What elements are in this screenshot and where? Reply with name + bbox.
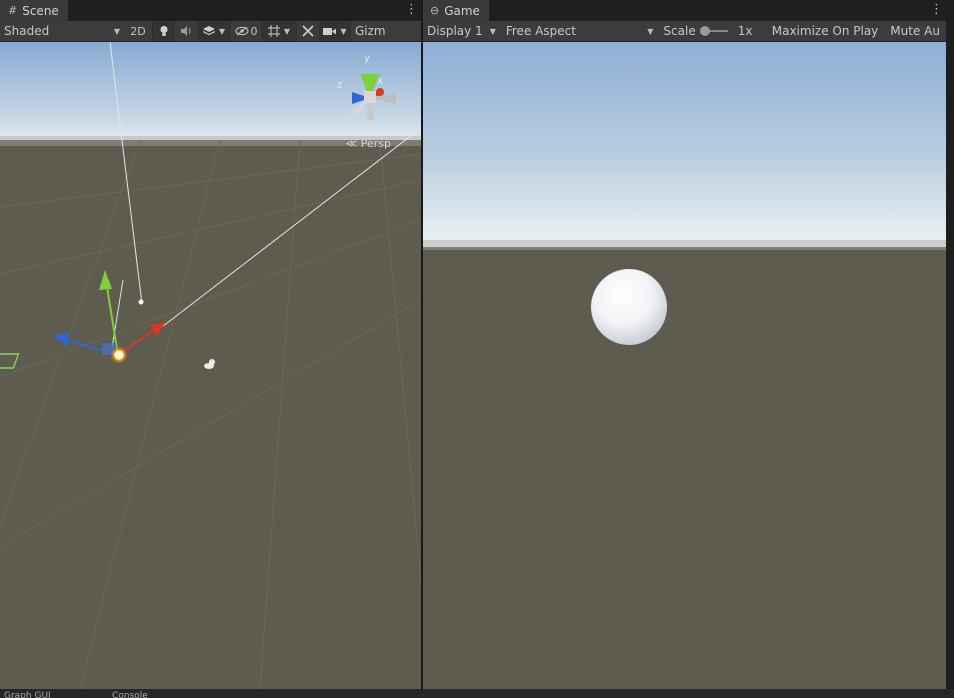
game-viewport[interactable] (423, 42, 946, 689)
scene-view-panel: # Scene ⋮ Shaded ▼ 2D ▼ 0 ▼ ▼ Gizm y x z… (0, 0, 421, 689)
ground-plane (0, 140, 421, 689)
gizmo-y-label: y (364, 53, 370, 64)
projection-toggle[interactable]: ≪ Persp (346, 137, 391, 150)
aspect-label: Free Aspect (505, 24, 576, 38)
chevron-down-icon: ▼ (647, 26, 654, 36)
shading-mode-label: Shaded (4, 24, 50, 38)
speaker-icon (181, 26, 191, 36)
chevron-down-icon: ▼ (489, 26, 496, 36)
tools-button[interactable] (297, 21, 319, 41)
scene-viewport[interactable]: y x z ≪ Persp (0, 42, 421, 689)
tools-icon (302, 25, 314, 37)
scene-visibility-button[interactable]: 0 (231, 21, 261, 41)
aspect-dropdown[interactable]: Free Aspect ▼ (500, 21, 658, 41)
tab-scene[interactable]: # Scene (0, 0, 68, 21)
grid-dropdown[interactable]: ▼ (261, 21, 297, 41)
scene-menu-icon[interactable]: ⋮ (405, 2, 418, 17)
maximize-label: Maximize On Play (771, 24, 879, 38)
scene-toolbar: Shaded ▼ 2D ▼ 0 ▼ ▼ Gizm (0, 21, 421, 42)
sphere (591, 269, 667, 345)
sky (0, 42, 421, 140)
chevron-down-icon: ▼ (283, 26, 291, 36)
tab-game[interactable]: ⊖ Game (423, 0, 489, 21)
lighting-toggle-button[interactable] (153, 21, 175, 41)
tab-console[interactable]: Console (112, 689, 148, 698)
layers-icon (202, 25, 215, 35)
game-toolbar: Display 1 ▼ Free Aspect ▼ Scale 1x Maxim… (423, 21, 946, 42)
audio-toggle-button[interactable] (175, 21, 197, 41)
game-menu-icon[interactable]: ⋮ (930, 2, 943, 17)
hidden-count: 0 (250, 24, 258, 38)
scale-control: Scale 1x (657, 21, 765, 41)
projection-label: Persp (360, 137, 391, 150)
persp-arrow-icon: ≪ (345, 137, 361, 150)
hidden-eye-icon (235, 26, 248, 36)
ground-plane (423, 250, 946, 689)
display-dropdown[interactable]: Display 1 ▼ (423, 21, 500, 41)
game-view-panel: ⊖ Game ⋮ Display 1 ▼ Free Aspect ▼ Scale… (423, 0, 946, 689)
scene-tab-label: Scene (22, 3, 59, 18)
right-panel-edge (946, 0, 954, 689)
scale-slider-knob[interactable] (699, 26, 710, 36)
shading-mode-dropdown[interactable]: Shaded ▼ (0, 21, 124, 41)
sky (423, 42, 946, 247)
scene-tabbar: # Scene ⋮ (0, 0, 421, 21)
bottom-tabbar: Graph GUI Console (0, 689, 954, 698)
2d-mode-label: 2D (130, 24, 146, 38)
scene-hash-icon: # (8, 4, 18, 17)
gizmo-x-label: x (377, 76, 383, 87)
camera-icon (323, 27, 337, 35)
lightbulb-icon (160, 25, 168, 36)
game-tabbar: ⊖ Game ⋮ (423, 0, 946, 21)
display-label: Display 1 (427, 24, 483, 38)
scale-slider[interactable] (699, 26, 728, 36)
game-canvas (423, 42, 946, 689)
gizmos-dropdown[interactable]: Gizm (351, 21, 386, 41)
chevron-down-icon: ▼ (340, 26, 347, 36)
game-tab-label: Game (444, 3, 480, 18)
gizmos-label: Gizm (355, 24, 386, 38)
tab-graph-gui[interactable]: Graph GUI (4, 689, 51, 698)
camera-dropdown[interactable]: ▼ (319, 21, 351, 41)
scale-label: Scale (663, 24, 696, 38)
effects-dropdown[interactable]: ▼ (197, 21, 231, 41)
2d-mode-button[interactable]: 2D (124, 21, 152, 41)
grid-snap-icon (267, 25, 280, 37)
gizmo-z-label: z (337, 80, 342, 91)
chevron-down-icon: ▼ (218, 26, 226, 36)
maximize-on-play-toggle[interactable]: Maximize On Play (766, 21, 885, 41)
chevron-down-icon: ▼ (113, 26, 120, 36)
scale-value: 1x (737, 24, 753, 38)
mute-label: Mute Au (890, 24, 940, 38)
gamepad-icon: ⊖ (430, 4, 440, 17)
mute-audio-toggle[interactable]: Mute Au (884, 21, 946, 41)
